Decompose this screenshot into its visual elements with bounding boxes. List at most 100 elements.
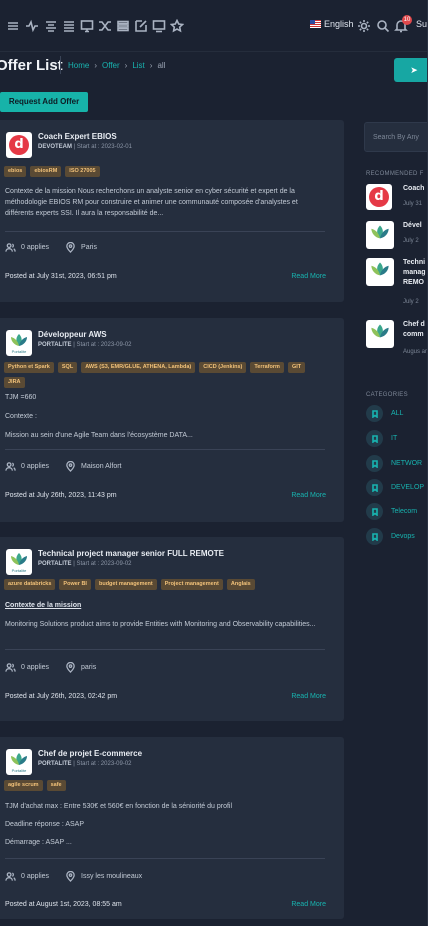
- star-icon[interactable]: [169, 18, 185, 33]
- skill-tag: GIT: [287, 362, 306, 373]
- send-icon: ➤: [410, 65, 418, 75]
- shuffle-icon[interactable]: [98, 19, 112, 33]
- request-add-offer-button[interactable]: Request Add Offer: [0, 92, 88, 112]
- category-label: Devops: [391, 533, 415, 540]
- recommended-date: July 2: [403, 299, 419, 305]
- posted-date: Posted at July 31st, 2023, 06:51 pm: [5, 273, 117, 280]
- categories-heading: CATEGORIES: [366, 392, 408, 398]
- offer-meta: 0 applies Maison Alfort: [5, 461, 122, 472]
- language-selector[interactable]: English: [310, 19, 354, 29]
- breadcrumb-separator: ›: [94, 61, 98, 70]
- skill-tag: Power BI: [59, 579, 91, 590]
- offer-meta: 0 applies Issy les moulineaux: [5, 871, 142, 882]
- devoteam-logo: d: [366, 184, 392, 210]
- search-input[interactable]: Search By Any: [364, 122, 428, 152]
- skill-tag: ebios: [4, 166, 27, 177]
- desktop-icon[interactable]: [152, 19, 166, 33]
- category-label: NETWOR: [391, 460, 423, 467]
- title-divider: [60, 56, 61, 74]
- us-flag-icon: [310, 20, 321, 28]
- read-more-link[interactable]: Read More: [291, 273, 326, 280]
- divider: [5, 858, 325, 859]
- recommended-date: Augus am: [403, 349, 428, 355]
- offer-card[interactable]: Portalite Technical project manager seni…: [0, 537, 344, 721]
- skill-tag: safe: [46, 780, 66, 791]
- category-item[interactable]: ALL: [366, 405, 403, 422]
- location-pin-icon: [66, 461, 75, 472]
- search-icon[interactable]: [376, 19, 390, 33]
- offer-title[interactable]: Coach Expert EBIOS: [38, 132, 117, 141]
- menu-icon[interactable]: [6, 19, 20, 33]
- recommended-item[interactable]: Chef d comm Augus am: [366, 320, 428, 370]
- read-more-link[interactable]: Read More: [291, 492, 326, 499]
- posted-date: Posted at July 26th, 2023, 11:43 pm: [5, 492, 117, 499]
- skill-tag: ebiosRM: [30, 166, 62, 177]
- offer-title[interactable]: Développeur AWS: [38, 330, 107, 339]
- category-item[interactable]: Telecom: [366, 503, 417, 520]
- offer-company: DEVOTEAM | Start at : 2023-02-01: [38, 144, 132, 150]
- category-item[interactable]: NETWOR: [366, 455, 422, 472]
- breadcrumb-home[interactable]: Home: [68, 61, 89, 70]
- portalite-logo: Portalite: [6, 330, 32, 356]
- category-item[interactable]: DEVELOP: [366, 479, 424, 496]
- offer-meta: 0 applies Paris: [5, 242, 97, 253]
- read-more-link[interactable]: Read More: [291, 693, 326, 700]
- page-title: Offer List: [0, 57, 63, 74]
- portalite-logo: [366, 320, 394, 348]
- skill-tag: Terraform: [250, 362, 284, 373]
- recommended-item[interactable]: Dével July 2: [366, 221, 428, 251]
- users-icon: [5, 872, 16, 881]
- recommended-date: July 31: [403, 201, 423, 207]
- breadcrumb-list[interactable]: List: [132, 61, 144, 70]
- offer-card[interactable]: Portalite Chef de projet E-commerce PORT…: [0, 737, 344, 919]
- offer-company: PORTALITE | Start at : 2023-09-02: [38, 342, 132, 348]
- offer-meta: 0 applies paris: [5, 662, 96, 673]
- bookmark-icon: [366, 479, 383, 496]
- category-label: IT: [391, 435, 398, 442]
- section-heading: Contexte de la mission: [5, 602, 82, 609]
- skill-tag: ISO 27005: [65, 166, 100, 177]
- monitor-icon[interactable]: [80, 19, 94, 33]
- edit-icon[interactable]: [134, 19, 148, 33]
- applies-count: 0 applies: [21, 664, 50, 671]
- recommended-item[interactable]: d Coach July 31: [366, 184, 428, 214]
- align-icon[interactable]: [44, 19, 58, 33]
- offer-card[interactable]: Portalite Développeur AWS PORTALITE | St…: [0, 318, 344, 522]
- location-pin-icon: [66, 871, 75, 882]
- skill-tag: Python et Spark: [4, 362, 54, 373]
- offer-detail-line: Contexte :: [5, 413, 37, 420]
- posted-date: Posted at July 26th, 2023, 02:42 pm: [5, 693, 118, 700]
- category-item[interactable]: IT: [366, 430, 397, 447]
- breadcrumb-offer[interactable]: Offer: [102, 61, 120, 70]
- bookmark-icon: [366, 430, 383, 447]
- offer-title[interactable]: Technical project manager senior FULL RE…: [38, 549, 224, 558]
- breadcrumb: Home › Offer › List › all: [68, 61, 165, 70]
- offer-card[interactable]: d Coach Expert EBIOS DEVOTEAM | Start at…: [0, 120, 344, 302]
- category-label: Telecom: [391, 508, 418, 515]
- skill-tag: azure databricks: [4, 579, 56, 590]
- read-more-link[interactable]: Read More: [291, 901, 326, 908]
- activity-icon[interactable]: [25, 19, 39, 33]
- offer-description: Contexte de la mission Nous recherchons …: [5, 188, 298, 217]
- skill-tags: ebios ebiosRM ISO 27005: [4, 166, 322, 177]
- sun-icon[interactable]: [357, 19, 371, 33]
- devoteam-logo: d: [6, 132, 32, 158]
- skill-tags: agile scrum safe: [4, 780, 322, 791]
- offer-location: paris: [81, 664, 97, 671]
- offer-detail-line: TJM d'achat max : Entre 530€ et 560€ en …: [5, 803, 233, 810]
- divider: [5, 649, 325, 650]
- list-icon[interactable]: [62, 19, 76, 33]
- category-label: DEVELOP: [391, 484, 425, 491]
- skill-tag: budget management: [94, 579, 157, 590]
- offer-company: PORTALITE | Start at : 2023-09-02: [38, 561, 132, 567]
- offer-detail-line: Deadline réponse : ASAP: [5, 821, 84, 828]
- skill-tag: Anglais: [226, 579, 255, 590]
- layers-icon[interactable]: [116, 19, 130, 33]
- skill-tag: AWS (S3, EMR/GLUE, ATHENA, Lambda): [81, 362, 196, 373]
- users-icon: [5, 462, 16, 471]
- category-item[interactable]: Devops: [366, 528, 415, 545]
- breadcrumb-separator: ›: [149, 61, 153, 70]
- recommended-item[interactable]: Techni manag REMO July 2: [366, 258, 428, 308]
- send-button[interactable]: ➤: [394, 58, 428, 82]
- offer-title[interactable]: Chef de projet E-commerce: [38, 749, 142, 758]
